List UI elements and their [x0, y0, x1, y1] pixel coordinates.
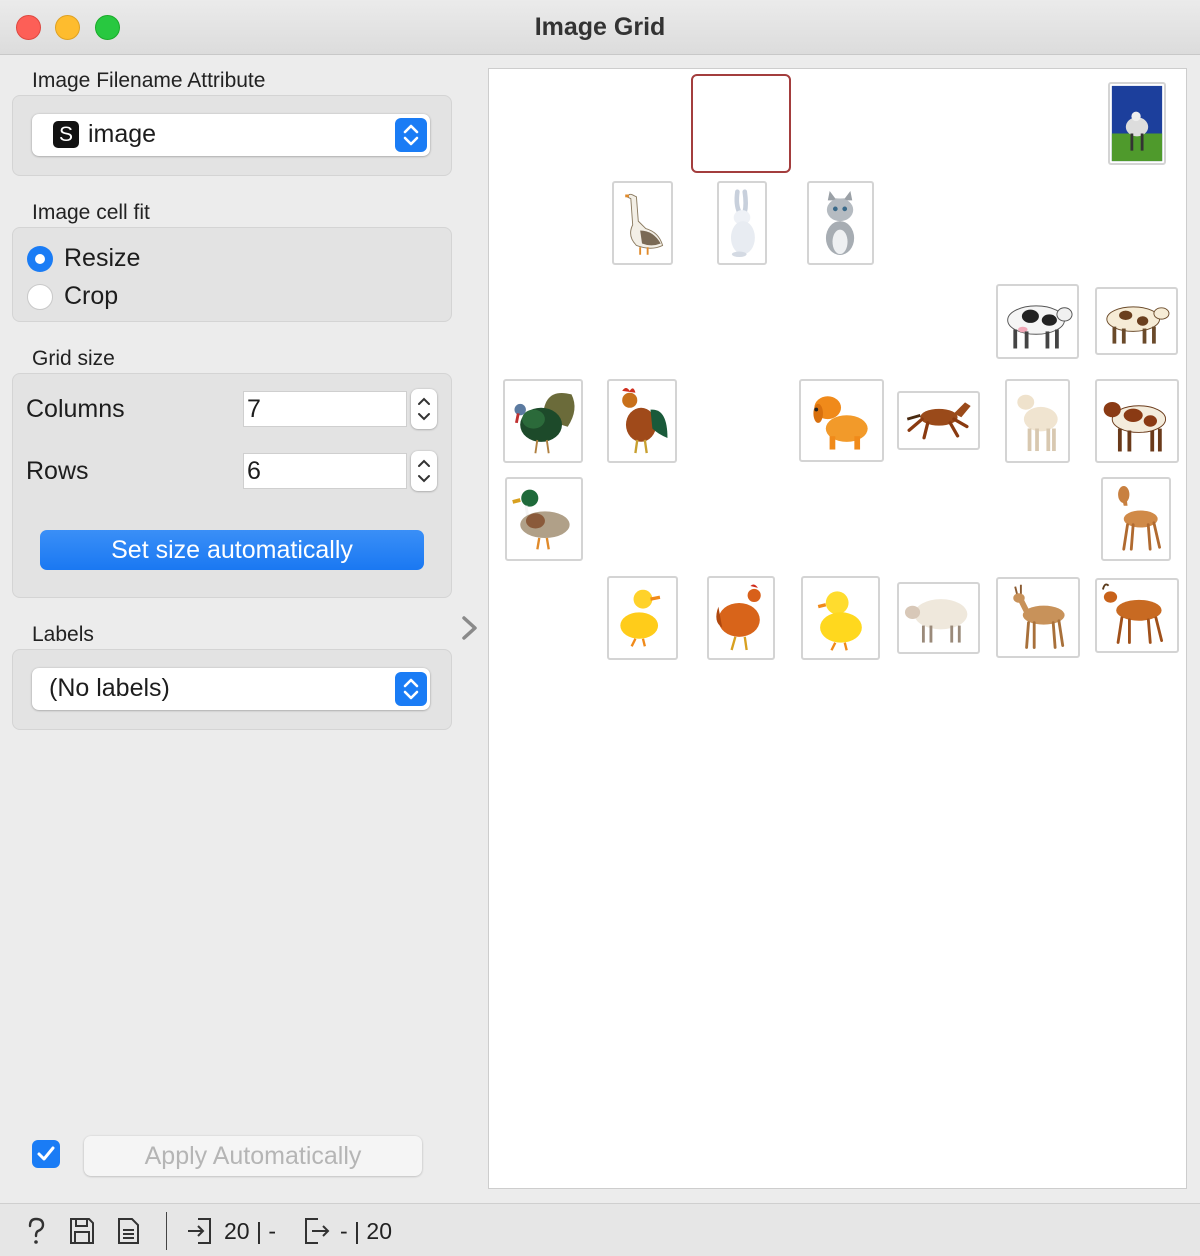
rows-input[interactable]: 6	[243, 453, 407, 489]
grid-cell-duck[interactable]	[505, 477, 583, 561]
labels-label: Labels	[32, 623, 94, 646]
grid-size-label: Grid size	[32, 347, 115, 370]
grid-cell-cow-3[interactable]	[1095, 379, 1179, 463]
save-icon[interactable]	[68, 1216, 96, 1246]
combo-arrows-icon	[395, 672, 427, 706]
labels-combo[interactable]: (No labels)	[32, 668, 430, 710]
grid-cell-rooster[interactable]	[607, 379, 677, 463]
grid-cell-cow-photo[interactable]	[1108, 82, 1166, 165]
grid-cell-cow-2[interactable]	[1095, 287, 1178, 355]
grid-cell-sheep[interactable]	[897, 582, 980, 654]
columns-input[interactable]: 7	[243, 391, 407, 427]
image-grid-window: Image Grid Image Filename Attribute S im…	[0, 0, 1200, 1256]
filename-attribute-label: Image Filename Attribute	[32, 69, 266, 92]
grid-cell-chick[interactable]	[801, 576, 880, 660]
grid-cell-cow-1[interactable]	[996, 284, 1079, 359]
string-type-icon: S	[53, 121, 79, 148]
filename-attribute-combo[interactable]: S image	[32, 114, 430, 156]
output-data-icon	[302, 1216, 330, 1246]
grid-cell-foal[interactable]	[1101, 477, 1171, 561]
rows-label: Rows	[26, 457, 89, 485]
grid-cell-horse[interactable]	[897, 391, 980, 450]
grid-cell-turkey[interactable]	[503, 379, 583, 463]
grid-cell-lamb[interactable]	[1005, 379, 1070, 463]
grid-cell-rabbit[interactable]	[717, 181, 767, 265]
resize-radio-label[interactable]: Resize	[64, 244, 140, 273]
columns-stepper[interactable]	[411, 389, 437, 429]
crop-radio[interactable]	[27, 284, 53, 310]
chevron-right-icon[interactable]	[458, 614, 482, 642]
status-bar: 20 | - - | 20	[0, 1203, 1200, 1256]
combo-arrows-icon	[395, 118, 427, 152]
grid-cell-duckling[interactable]	[607, 576, 678, 660]
grid-cell-hen[interactable]	[707, 576, 775, 660]
rows-stepper[interactable]	[411, 451, 437, 491]
input-data-icon	[186, 1216, 214, 1246]
title-bar: Image Grid	[0, 0, 1200, 55]
grid-cell-puppy[interactable]	[799, 379, 884, 462]
crop-radio-label[interactable]: Crop	[64, 282, 118, 311]
status-separator	[166, 1212, 167, 1250]
grid-cell-deer[interactable]	[996, 577, 1080, 658]
grid-cell-empty-selected[interactable]	[691, 74, 791, 173]
set-size-automatically-button[interactable]: Set size automatically	[40, 530, 424, 570]
filename-attribute-value: image	[88, 120, 157, 148]
cell-fit-label: Image cell fit	[32, 201, 150, 224]
output-summary: - | 20	[340, 1218, 392, 1244]
window-title: Image Grid	[534, 13, 666, 41]
labels-value: (No labels)	[49, 674, 170, 702]
grid-cell-goat[interactable]	[1095, 578, 1179, 653]
apply-automatically-checkbox[interactable]	[32, 1140, 60, 1168]
grid-cell-goose[interactable]	[612, 181, 673, 265]
columns-label: Columns	[26, 395, 125, 423]
report-icon[interactable]	[115, 1216, 143, 1246]
grid-cell-kitten[interactable]	[807, 181, 874, 265]
help-icon[interactable]	[22, 1216, 50, 1246]
resize-radio[interactable]	[27, 246, 53, 272]
input-summary: 20 | -	[224, 1218, 276, 1244]
apply-automatically-button[interactable]: Apply Automatically	[84, 1136, 422, 1176]
image-grid-view[interactable]	[488, 68, 1187, 1189]
